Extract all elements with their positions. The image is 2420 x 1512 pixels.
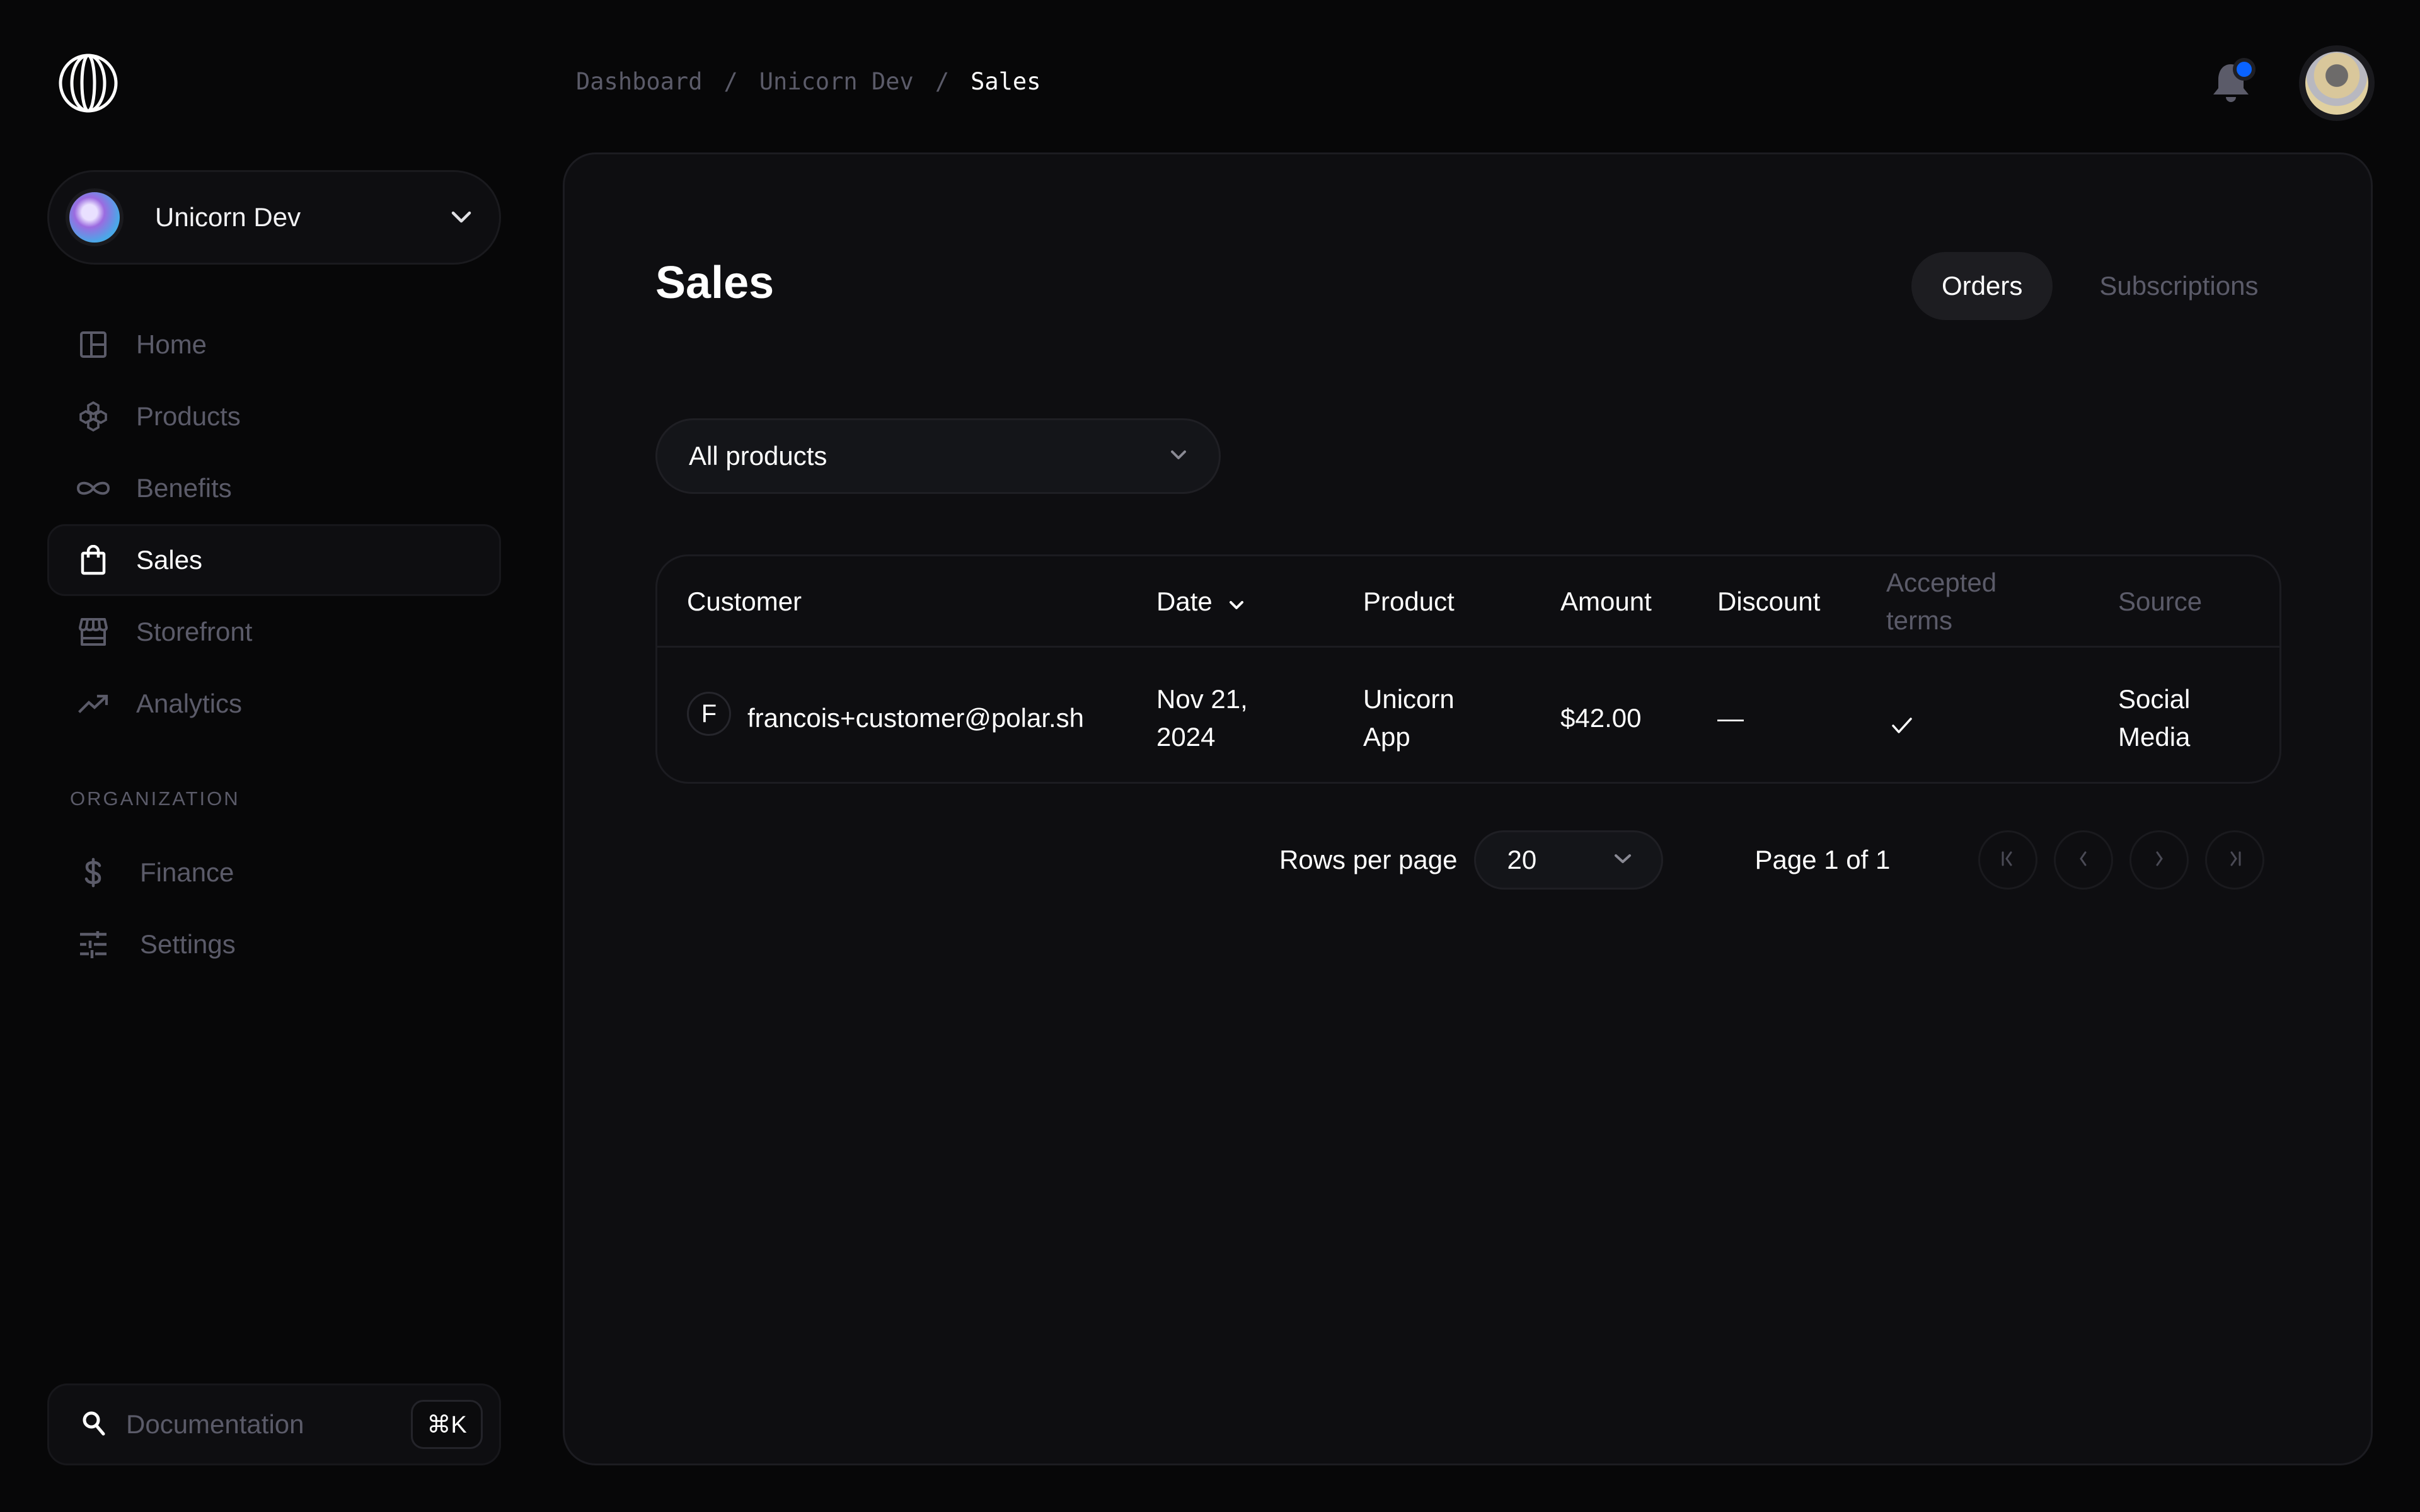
order-date: Nov 21, 2024 [1156, 680, 1248, 756]
next-page-button[interactable] [2129, 830, 2189, 890]
sidebar-item-label: Products [136, 401, 241, 431]
tune-icon [74, 925, 112, 963]
dollar-icon [74, 854, 112, 891]
tab-orders[interactable]: Orders [1911, 252, 2053, 320]
trending-up-icon [74, 685, 112, 723]
sidebar-nav: Home Products Benefits Sales Storefront [47, 309, 501, 740]
user-avatar[interactable] [2299, 45, 2375, 121]
notification-badge [2233, 58, 2256, 81]
orders-table: Customer Date Product Amount Discount Ac… [655, 554, 2281, 784]
customer-initial-avatar: F [687, 692, 731, 736]
sidebar-item-home[interactable]: Home [47, 309, 501, 381]
org-switcher[interactable]: Unicorn Dev [47, 170, 501, 265]
chevron-down-icon [1613, 853, 1632, 868]
chevron-right-icon [2150, 849, 2169, 871]
breadcrumb-separator: / [723, 68, 738, 95]
documentation-search[interactable]: Documentation ⌘K [47, 1383, 501, 1465]
shopping-bag-icon [74, 541, 112, 579]
main-panel [563, 152, 2373, 1465]
polar-logo-icon[interactable] [58, 53, 118, 113]
layout-icon [74, 326, 112, 364]
product-filter-select[interactable]: All products [655, 418, 1221, 494]
sidebar-org-nav: Finance Settings [47, 837, 501, 980]
storefront-icon [74, 613, 112, 651]
chevron-down-icon [449, 205, 474, 230]
pagination: Rows per page 20 Page 1 of 1 [1279, 830, 2265, 890]
column-header-date[interactable]: Date [1156, 583, 1244, 621]
order-product-line: Unicorn [1363, 684, 1455, 714]
previous-page-button[interactable] [2054, 830, 2114, 890]
column-header-source: Source [2118, 587, 2203, 616]
column-header-product: Product [1363, 587, 1455, 616]
order-product-line: App [1363, 722, 1410, 752]
order-source-line: Social [2118, 684, 2191, 714]
breadcrumb-dashboard[interactable]: Dashboard [576, 68, 702, 95]
sidebar-item-sales[interactable]: Sales [47, 524, 501, 596]
order-product: Unicorn App [1363, 680, 1455, 756]
breadcrumb-org[interactable]: Unicorn Dev [759, 68, 914, 95]
view-tabs: Orders Subscriptions [1911, 252, 2288, 320]
sidebar-item-label: Sales [136, 545, 203, 575]
breadcrumb: Dashboard / Unicorn Dev / Sales [576, 68, 1040, 95]
breadcrumb-current: Sales [971, 68, 1041, 95]
order-source: Social Media [2118, 680, 2190, 756]
chevron-left-icon [2074, 849, 2093, 871]
sidebar-item-storefront[interactable]: Storefront [47, 596, 501, 668]
rows-per-page-value: 20 [1507, 845, 1537, 874]
keyboard-shortcut-badge: ⌘K [411, 1400, 483, 1449]
column-header-amount: Amount [1560, 587, 1652, 616]
section-label-organization: ORGANIZATION [70, 788, 240, 810]
search-icon [82, 1411, 106, 1439]
sidebar-item-label: Settings [140, 929, 236, 959]
column-header-discount: Discount [1717, 587, 1821, 616]
sidebar-item-label: Analytics [136, 689, 243, 718]
sidebar-item-label: Benefits [136, 473, 232, 503]
order-amount: $42.00 [1560, 703, 1642, 733]
chevrons-first-icon [1998, 849, 2017, 871]
check-icon [1891, 707, 1913, 745]
column-header-customer: Customer [687, 587, 802, 616]
sidebar-item-finance[interactable]: Finance [47, 837, 501, 908]
chevron-down-icon [1170, 449, 1187, 464]
sort-desc-icon [1229, 583, 1244, 621]
sidebar-item-label: Storefront [136, 617, 253, 646]
customer-email: francois+customer@polar.sh [747, 703, 1085, 733]
first-page-button[interactable] [1978, 830, 2038, 890]
sidebar-item-benefits[interactable]: Benefits [47, 452, 501, 524]
sidebar-item-products[interactable]: Products [47, 381, 501, 452]
org-avatar [66, 188, 124, 246]
column-header-date-label: Date [1156, 587, 1213, 616]
page-nav-buttons [1978, 830, 2265, 890]
sidebar-item-label: Finance [140, 857, 234, 887]
page-info: Page 1 of 1 [1754, 845, 1891, 874]
product-filter-value: All products [689, 441, 827, 471]
order-discount: — [1717, 703, 1744, 733]
sidebar-item-label: Home [136, 329, 207, 359]
org-name: Unicorn Dev [155, 202, 301, 232]
column-header-accepted-terms: Accepted terms [1886, 568, 1997, 635]
page-title: Sales [655, 258, 775, 308]
sidebar-item-settings[interactable]: Settings [47, 908, 501, 980]
order-date-line: Nov 21, [1156, 684, 1248, 714]
rows-per-page-label: Rows per page [1279, 845, 1458, 874]
rows-per-page-select[interactable]: 20 [1473, 830, 1663, 890]
sidebar-item-analytics[interactable]: Analytics [47, 668, 501, 740]
order-date-line: 2024 [1156, 722, 1216, 752]
tab-subscriptions[interactable]: Subscriptions [2069, 252, 2288, 320]
infinity-icon [74, 469, 112, 507]
hive-icon [74, 398, 112, 435]
documentation-label: Documentation [126, 1409, 304, 1439]
breadcrumb-separator: / [935, 68, 950, 95]
chevrons-last-icon [2225, 849, 2244, 871]
last-page-button[interactable] [2205, 830, 2265, 890]
order-source-line: Media [2118, 722, 2191, 752]
